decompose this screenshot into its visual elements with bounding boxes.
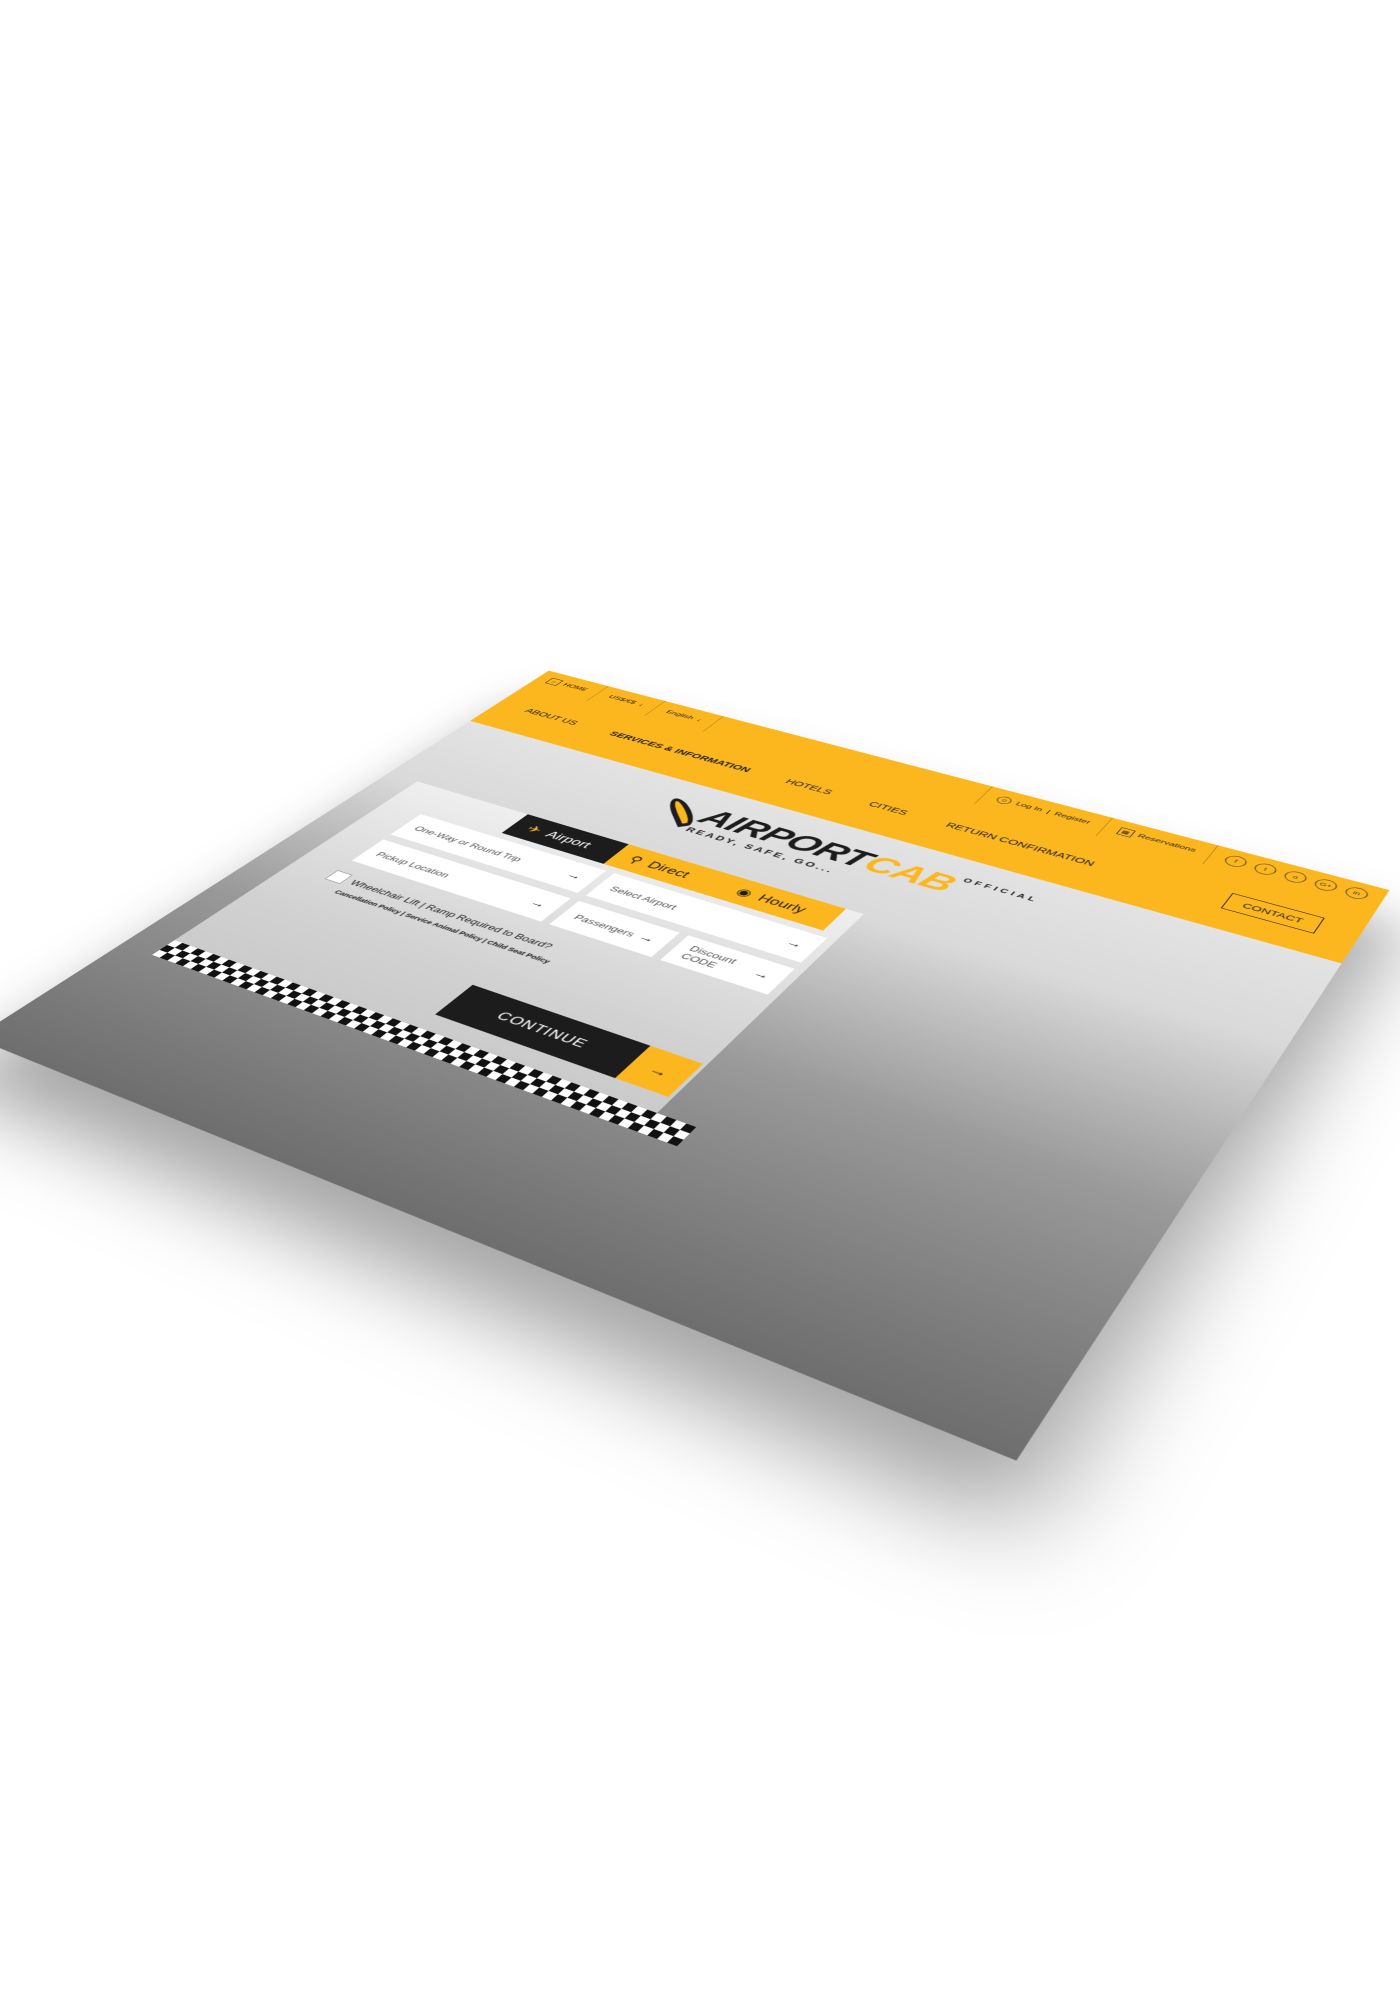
facebook-icon[interactable]: f: [1222, 854, 1250, 869]
clock-icon: ◉: [732, 886, 756, 900]
nav-about-us[interactable]: ABOUT US: [523, 707, 581, 726]
register-link[interactable]: Register: [1052, 811, 1092, 825]
home-icon: ⌂: [545, 678, 564, 686]
passengers-label: Passengers: [571, 913, 638, 939]
pickup-label: Pickup Location: [373, 850, 453, 879]
discount-label: Discount CODE: [678, 944, 762, 981]
website-mockup: ⌂ HOME US$/€$ ↓ English ↓ ☺ Log In | Reg…: [0, 671, 1390, 1461]
currency-label: US$/€$: [606, 694, 638, 705]
twitter-icon[interactable]: t: [1252, 862, 1280, 877]
plane-icon: ✈: [523, 823, 546, 835]
logo-official: OFFICIAL: [961, 877, 1040, 903]
contact-button[interactable]: CONTACT: [1221, 893, 1325, 934]
nav-cities[interactable]: CITIES: [866, 800, 910, 816]
arrow-right-icon: →: [783, 938, 807, 951]
arrow-right-icon: →: [635, 932, 659, 945]
calendar-icon: ▦: [1116, 827, 1136, 837]
wheelchair-checkbox[interactable]: [325, 870, 353, 884]
language-label: English: [664, 709, 696, 720]
instagram-icon[interactable]: o: [1282, 870, 1310, 885]
google-plus-icon[interactable]: G+: [1312, 877, 1340, 892]
user-icon: ☺: [995, 796, 1015, 806]
tab-airport-label: Airport: [542, 829, 595, 850]
tab-hourly-label: Hourly: [754, 892, 810, 915]
home-label: HOME: [561, 682, 590, 692]
arrow-right-icon: →: [563, 870, 586, 882]
chevron-down-icon: ↓: [636, 702, 646, 707]
map-pin-icon: ⚲: [625, 854, 647, 866]
nav-hotels[interactable]: HOTELS: [783, 778, 835, 796]
arrow-right-icon: →: [526, 898, 550, 910]
login-link[interactable]: Log In: [1014, 801, 1045, 813]
chevron-down-icon: ↓: [694, 717, 704, 722]
tab-direct-label: Direct: [644, 859, 694, 880]
airport-label: Select Airport: [607, 884, 680, 911]
arrow-right-icon: →: [644, 1062, 674, 1080]
linkedin-icon[interactable]: in: [1343, 885, 1371, 901]
mockup-stage: ⌂ HOME US$/€$ ↓ English ↓ ☺ Log In | Reg…: [0, 0, 1400, 1990]
separator: |: [1045, 809, 1052, 814]
